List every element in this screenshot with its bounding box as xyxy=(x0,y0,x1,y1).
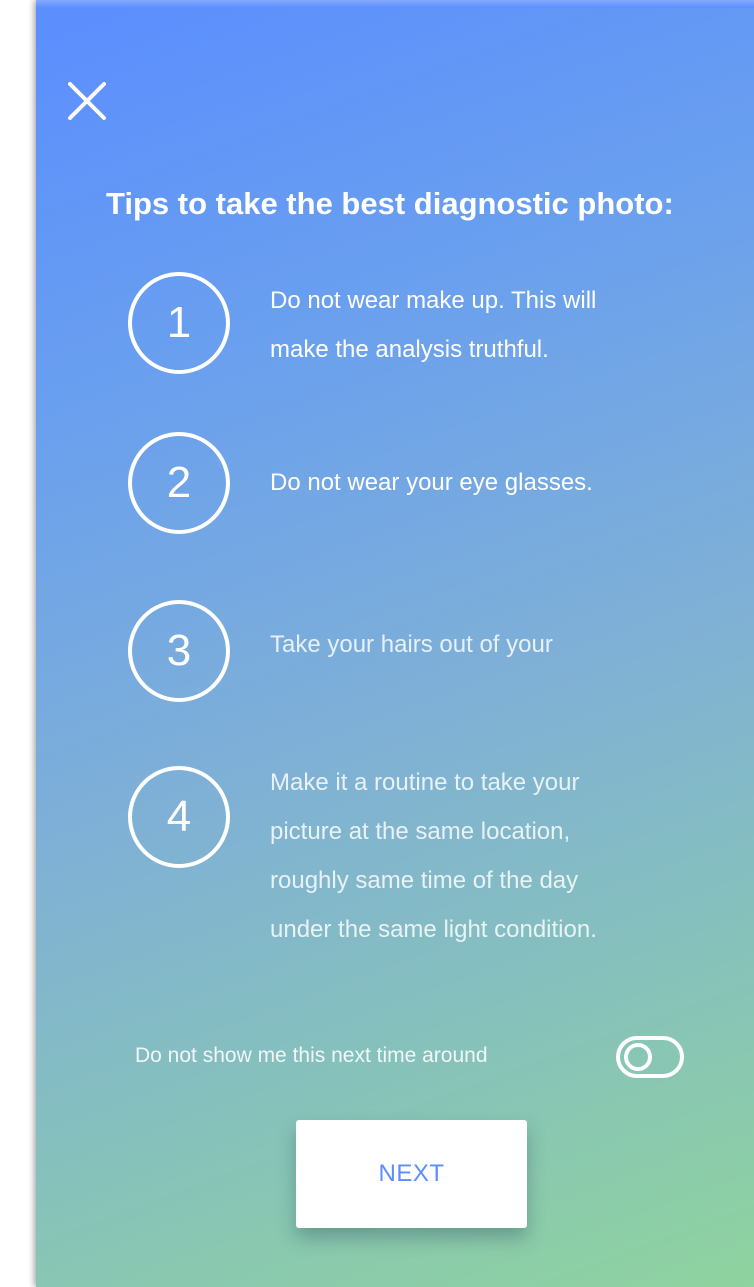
tip-number-badge: 2 xyxy=(128,432,230,534)
tip-text-line: picture at the same location, xyxy=(270,818,571,845)
tip-text: Do not wear make up. This will make the … xyxy=(270,276,700,374)
tip-text: Make it a routine to take your picture a… xyxy=(270,758,700,954)
tip-text-line: roughly same time of the day xyxy=(270,867,579,894)
tip-text: Do not wear your eye glasses. xyxy=(270,458,700,507)
tip-text-line: Take your hairs out of your xyxy=(270,631,553,658)
page-title: Tips to take the best diagnostic photo: xyxy=(106,186,674,221)
tip-text-line: Make it a routine to take your xyxy=(270,769,580,796)
tips-screen: Tips to take the best diagnostic photo: … xyxy=(36,0,754,1287)
close-button[interactable] xyxy=(64,78,110,124)
dont-show-again-toggle[interactable] xyxy=(616,1036,684,1078)
top-edge xyxy=(36,0,754,8)
tip-number-badge: 1 xyxy=(128,272,230,374)
tip-text-line: make the analysis truthful. xyxy=(270,336,549,363)
tip-text-line: Do not wear your eye glasses. xyxy=(270,469,593,496)
toggle-knob xyxy=(624,1043,652,1071)
tip-text: Take your hairs out of your xyxy=(270,620,700,669)
dont-show-again-row: Do not show me this next time around xyxy=(135,1034,695,1084)
close-icon xyxy=(68,82,106,120)
tip-number-badge: 4 xyxy=(128,766,230,868)
tip-number-badge: 3 xyxy=(128,600,230,702)
dont-show-again-label: Do not show me this next time around xyxy=(135,1044,488,1067)
tip-text-line: under the same light condition. xyxy=(270,916,597,943)
tip-text-line: Do not wear make up. This will xyxy=(270,287,597,314)
next-button[interactable]: NEXT xyxy=(296,1120,527,1228)
